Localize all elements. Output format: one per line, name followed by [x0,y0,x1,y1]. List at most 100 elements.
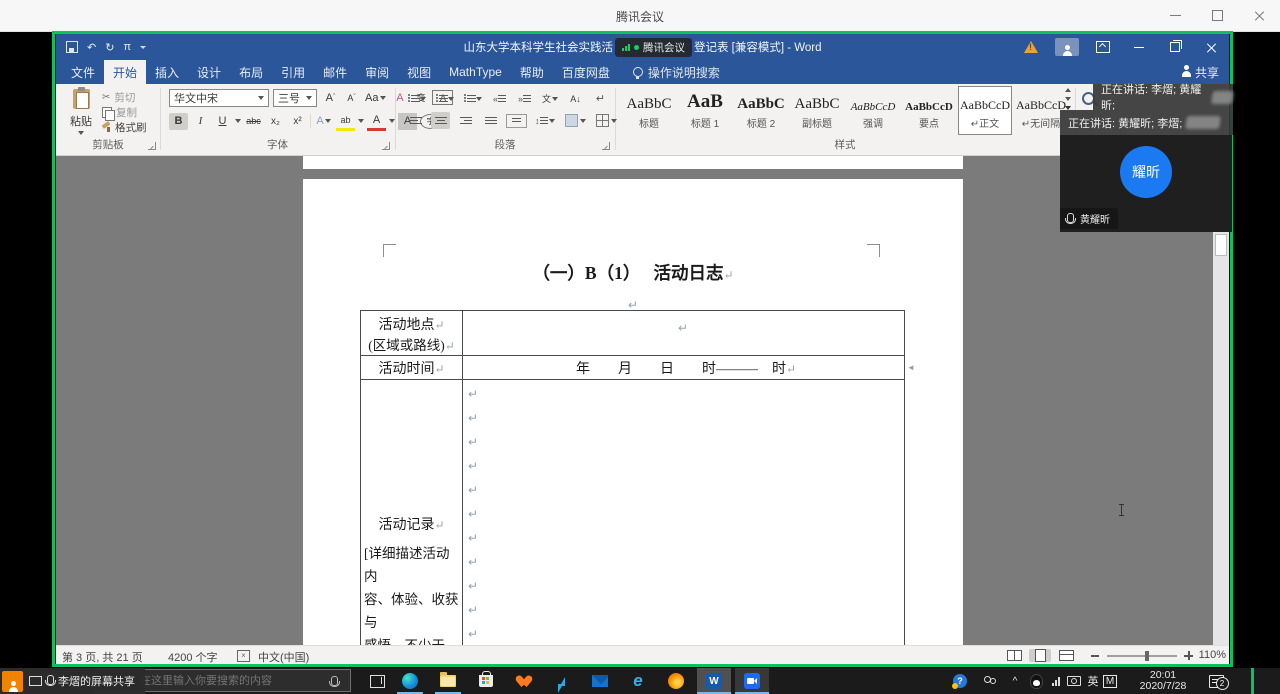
style-heading1[interactable]: AaB 标题 1 [678,87,732,134]
text-effects-button[interactable]: A [314,113,333,130]
tab-design[interactable]: 设计 [188,60,230,84]
table-cell-record-value[interactable]: ↵ ↵ ↵ ↵ ↵ ↵ ↵ ↵ ↵ ↵ ↵ ↵ [468,382,478,645]
tab-view[interactable]: 视图 [398,60,440,84]
distribute-button[interactable] [506,114,527,128]
search-mic-icon[interactable] [331,676,338,686]
change-case-button[interactable]: Aa [363,89,388,106]
taskbar-thunder[interactable] [545,668,579,694]
cut-button[interactable]: ✂ 剪切 [102,90,147,105]
screen-share-toolbar[interactable]: 李熠的屏幕共享 [0,668,145,694]
document-canvas[interactable]: （一）B（1） 活动日志↵ ↵ 活动地点↵ (区域或路线)↵ ↵ 活动时间↵ [56,156,1229,645]
word-restore-button[interactable] [1157,34,1193,60]
meeting-minimize-button[interactable] [1154,0,1196,31]
tab-mathtype[interactable]: MathType [440,60,511,84]
style-heading[interactable]: AaBbC 标题 [622,87,676,134]
underline-dropdown-icon[interactable] [235,119,241,123]
presenter-icon[interactable] [2,671,23,692]
font-dialog-launcher[interactable] [382,142,390,150]
tray-display[interactable] [1064,668,1084,694]
read-mode-button[interactable] [1003,649,1025,662]
meeting-close-button[interactable] [1238,0,1280,31]
tab-help[interactable]: 帮助 [511,60,553,84]
taskbar-tencent-meeting[interactable] [735,668,769,694]
copy-button[interactable]: 复制 [102,105,147,120]
bold-button[interactable]: B [169,113,188,130]
tab-file[interactable]: 文件 [62,60,104,84]
highlight-dropdown-icon[interactable] [358,119,364,123]
bullet-list-button[interactable] [406,90,428,107]
borders-button[interactable] [594,112,619,129]
task-view-button[interactable] [362,668,392,694]
shrink-font-button[interactable]: Aˇ [342,89,361,106]
line-spacing-button[interactable]: ↕ [533,112,557,129]
subscript-button[interactable]: x₂ [266,113,285,130]
proofing-status-icon[interactable]: × [237,650,250,662]
style-keypoint[interactable]: AaBbCcD 要点 [902,87,956,134]
style-emphasis[interactable]: AaBbCcD 强调 [846,87,900,134]
italic-button[interactable]: I [191,113,210,130]
tray-qq[interactable] [1026,668,1046,694]
undo-icon[interactable]: ↶ [87,41,96,54]
font-name-combo[interactable]: 华文中宋 [169,89,269,107]
taskbar-store[interactable] [469,668,503,694]
taskbar-word-active[interactable]: W [697,668,731,694]
table-cell-record-note[interactable]: [详细描述活动内 容、体验、收获与 感悟，不少于 300 字；以天为单位， 每天… [364,542,461,645]
tell-me-search[interactable]: 操作说明搜索 [633,60,720,84]
tab-baidu-netdisk[interactable]: 百度网盘 [553,60,619,84]
align-left-button[interactable] [406,112,425,129]
taskbar-browser-360[interactable] [507,668,541,694]
strikethrough-button[interactable]: abc [244,113,263,130]
tab-layout[interactable]: 布局 [230,60,272,84]
multilevel-list-button[interactable] [462,90,484,107]
tab-insert[interactable]: 插入 [146,60,188,84]
asian-layout-button[interactable]: 文 [540,90,560,107]
zoom-slider-thumb[interactable] [1145,651,1149,661]
upload-pending-warning[interactable] [1013,34,1049,60]
qat-customize-icon[interactable] [140,46,146,49]
tray-network[interactable] [1046,668,1066,694]
paragraph-dialog-launcher[interactable] [602,142,610,150]
table-cell-record-label[interactable]: 活动记录↵ [361,514,462,534]
styles-scroll-up-icon[interactable] [1065,88,1071,92]
tray-help[interactable]: ? [948,668,972,694]
zoom-percentage[interactable]: 110% [1199,649,1226,661]
taskbar-edge[interactable] [393,668,427,694]
print-layout-button[interactable] [1029,649,1051,662]
align-center-button[interactable] [431,112,450,129]
account-avatar[interactable] [1049,34,1085,60]
scrollbar-thumb[interactable] [1215,234,1227,256]
web-layout-button[interactable] [1055,649,1077,662]
table-resize-marker[interactable]: ◄ [907,363,915,372]
shading-button[interactable] [563,112,588,129]
taskbar-file-explorer[interactable] [431,668,465,694]
style-heading2[interactable]: AaBbC 标题 2 [734,87,788,134]
ribbon-display-options-button[interactable] [1085,34,1121,60]
table-cell-time-value[interactable]: 年 月 日 时——— 时↵ [576,358,796,378]
tab-home[interactable]: 开始 [104,60,146,84]
clipboard-dialog-launcher[interactable] [148,142,156,150]
mathtype-pi-icon[interactable]: π [123,41,131,53]
table-cell-location-label2[interactable]: (区域或路线)↵ [361,334,462,354]
decrease-indent-button[interactable]: « [490,90,509,107]
justify-button[interactable] [481,112,500,129]
word-minimize-button[interactable] [1121,34,1157,60]
participant-video-tile[interactable]: 耀昕 黄耀昕 [1060,135,1232,232]
underline-button[interactable]: U [213,113,232,130]
table-cell-location-label[interactable]: 活动地点↵ [361,314,462,334]
language-indicator[interactable]: 中文(中国) [258,649,309,665]
numbered-list-button[interactable] [434,90,456,107]
tray-ime-mode[interactable]: M [1100,668,1120,694]
save-icon[interactable] [66,41,78,53]
tab-review[interactable]: 审阅 [356,60,398,84]
tab-references[interactable]: 引用 [272,60,314,84]
zoom-in-button[interactable] [1184,651,1193,660]
tray-clock[interactable]: 20:01 2020/7/28 [1126,668,1200,694]
table-cell-time-label[interactable]: 活动时间↵ [361,358,462,378]
redo-icon[interactable]: ↻ [105,41,114,54]
paste-button[interactable]: 粘贴 [64,89,98,135]
taskbar-mail[interactable] [583,668,617,694]
taskbar-firefox[interactable] [659,668,693,694]
table-cell-location-value[interactable]: ↵ [462,319,904,337]
word-count[interactable]: 4200 个字 [168,649,218,665]
tray-overflow-chevron[interactable]: ^ [1006,668,1024,694]
